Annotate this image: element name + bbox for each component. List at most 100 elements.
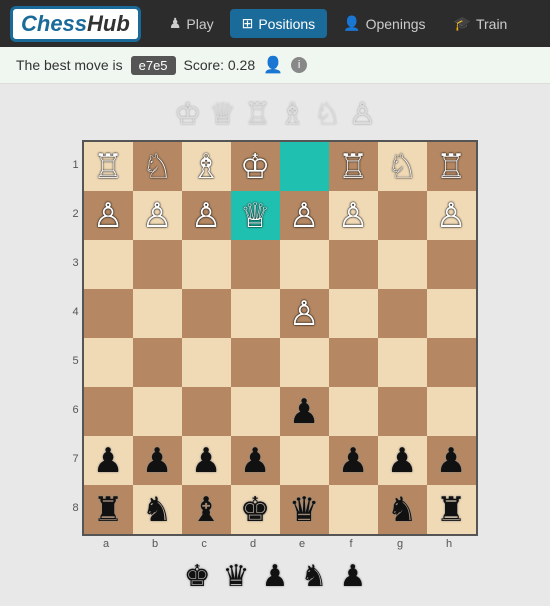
cell-b2[interactable]: ♟ [133, 436, 182, 485]
cell-b4[interactable] [133, 338, 182, 387]
cell-h6[interactable] [427, 240, 476, 289]
tray-king-black: ♚ [184, 559, 211, 594]
header: ChessHub ♟ Play ⊞ Positions 👤 Openings 🎓… [0, 0, 550, 47]
tray-knight-white: ♘ [314, 97, 341, 132]
cell-d2[interactable]: ♟ [231, 436, 280, 485]
best-move-bar: The best move is e7e5 Score: 0.28 👤 i [0, 47, 550, 84]
cell-e4[interactable] [280, 338, 329, 387]
piece-WP-e5: ♙ [289, 294, 319, 334]
cell-c4[interactable] [182, 338, 231, 387]
nav-openings[interactable]: 👤 Openings [331, 9, 437, 38]
piece-WR-h8: ♖ [436, 147, 466, 187]
cell-g3[interactable] [378, 387, 427, 436]
cell-d6[interactable] [231, 240, 280, 289]
cell-c3[interactable] [182, 387, 231, 436]
cell-g2[interactable]: ♟ [378, 436, 427, 485]
piece-WN-b8: ♘ [142, 147, 172, 187]
cell-c1[interactable]: ♝ [182, 485, 231, 534]
cell-d4[interactable] [231, 338, 280, 387]
cell-c5[interactable] [182, 289, 231, 338]
cell-d1[interactable]: ♚ [231, 485, 280, 534]
cell-g6[interactable] [378, 240, 427, 289]
cell-g1[interactable]: ♞ [378, 485, 427, 534]
cell-b5[interactable] [133, 289, 182, 338]
cell-e6[interactable] [280, 240, 329, 289]
piece-BP-h2: ♟ [436, 441, 466, 481]
cell-e7[interactable]: ♙ [280, 191, 329, 240]
cell-h1[interactable]: ♜ [427, 485, 476, 534]
piece-WN-g8: ♘ [387, 147, 417, 187]
tray-knight-black: ♞ [300, 559, 327, 594]
cell-h5[interactable] [427, 289, 476, 338]
cell-f2[interactable]: ♟ [329, 436, 378, 485]
nav-train[interactable]: 🎓 Train [442, 9, 520, 38]
cell-e1[interactable]: ♛ [280, 485, 329, 534]
rank-2: 2 [72, 189, 78, 238]
file-d: d [229, 538, 278, 550]
file-e: e [278, 538, 327, 550]
cell-f8[interactable]: ♖ [329, 142, 378, 191]
piece-BP-d2: ♟ [240, 441, 270, 481]
cell-a6[interactable] [84, 240, 133, 289]
rank-8: 8 [72, 483, 78, 532]
cell-f7[interactable]: ♙ [329, 191, 378, 240]
cell-g5[interactable] [378, 289, 427, 338]
cell-d5[interactable] [231, 289, 280, 338]
cell-e5[interactable]: ♙ [280, 289, 329, 338]
logo[interactable]: ChessHub [10, 6, 141, 42]
cell-c6[interactable] [182, 240, 231, 289]
rank-labels: 1 2 3 4 5 6 7 8 [72, 140, 78, 532]
cell-b1[interactable]: ♞ [133, 485, 182, 534]
cell-a3[interactable] [84, 387, 133, 436]
cell-c2[interactable]: ♟ [182, 436, 231, 485]
nav-positions[interactable]: ⊞ Positions [230, 9, 328, 38]
cell-d8[interactable]: ♔ [231, 142, 280, 191]
cell-b6[interactable] [133, 240, 182, 289]
piece-WP-a7: ♙ [93, 196, 123, 236]
rank-7: 7 [72, 434, 78, 483]
cell-a4[interactable] [84, 338, 133, 387]
best-move-badge[interactable]: e7e5 [131, 56, 176, 75]
cell-f4[interactable] [329, 338, 378, 387]
cell-b7[interactable]: ♙ [133, 191, 182, 240]
cell-f6[interactable] [329, 240, 378, 289]
nav-openings-label: Openings [366, 16, 426, 32]
cell-a5[interactable] [84, 289, 133, 338]
positions-icon: ⊞ [242, 15, 254, 32]
piece-WR-f8: ♖ [338, 147, 368, 187]
cell-g7[interactable] [378, 191, 427, 240]
cell-f5[interactable] [329, 289, 378, 338]
chess-area: ♔ ♕ ♖ ♗ ♘ ♙ 1 2 3 4 5 6 7 8 ♖♘♗♔♖♘♖♙♙♙♕♙… [0, 84, 550, 606]
cell-h8[interactable]: ♖ [427, 142, 476, 191]
tray-queen-white: ♕ [209, 97, 236, 132]
cell-d3[interactable] [231, 387, 280, 436]
cell-a8[interactable]: ♖ [84, 142, 133, 191]
piece-WQ-d7: ♕ [240, 196, 270, 236]
cell-c7[interactable]: ♙ [182, 191, 231, 240]
cell-g8[interactable]: ♘ [378, 142, 427, 191]
piece-WP-h7: ♙ [436, 196, 466, 236]
cell-a7[interactable]: ♙ [84, 191, 133, 240]
info-icon[interactable]: i [291, 57, 307, 73]
cell-e2[interactable] [280, 436, 329, 485]
cell-h2[interactable]: ♟ [427, 436, 476, 485]
cell-a2[interactable]: ♟ [84, 436, 133, 485]
rank-6: 6 [72, 385, 78, 434]
cell-d7[interactable]: ♕ [231, 191, 280, 240]
piece-WP-c7: ♙ [191, 196, 221, 236]
cell-f1[interactable] [329, 485, 378, 534]
score-label: Score: 0.28 [184, 57, 256, 73]
cell-h4[interactable] [427, 338, 476, 387]
cell-c8[interactable]: ♗ [182, 142, 231, 191]
cell-h7[interactable]: ♙ [427, 191, 476, 240]
cell-f3[interactable] [329, 387, 378, 436]
cell-e3[interactable]: ♟ [280, 387, 329, 436]
chess-board[interactable]: ♖♘♗♔♖♘♖♙♙♙♕♙♙♙♙♟♟♟♟♟♟♟♟♜♞♝♚♛♞♜ [82, 140, 478, 536]
cell-h3[interactable] [427, 387, 476, 436]
nav-play[interactable]: ♟ Play [157, 9, 226, 38]
cell-e8[interactable] [280, 142, 329, 191]
cell-a1[interactable]: ♜ [84, 485, 133, 534]
cell-b3[interactable] [133, 387, 182, 436]
cell-g4[interactable] [378, 338, 427, 387]
cell-b8[interactable]: ♘ [133, 142, 182, 191]
